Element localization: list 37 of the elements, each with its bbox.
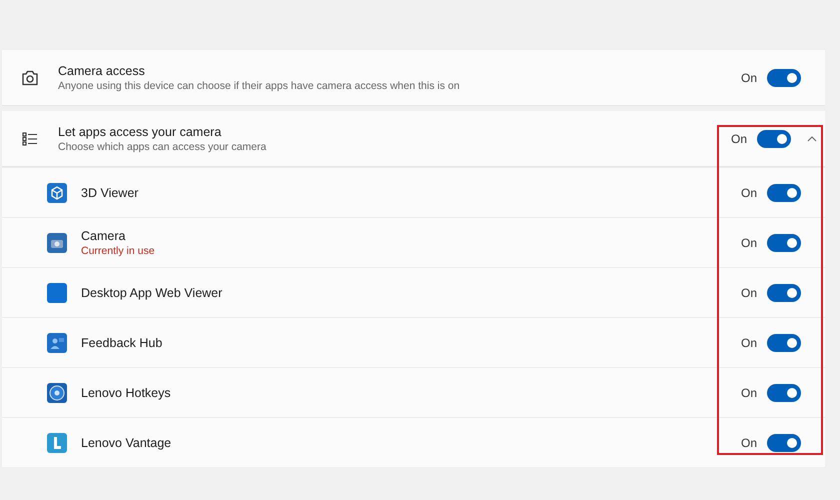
toggle-switch[interactable] — [767, 184, 801, 202]
toggle-switch[interactable] — [757, 130, 791, 148]
camera-icon — [21, 70, 39, 86]
app-name: Lenovo Hotkeys — [81, 386, 172, 400]
person-icon — [47, 332, 67, 352]
setting-title: Let apps access your camera — [58, 124, 222, 138]
app-access-card[interactable]: Let apps access your camera Choose which apps can access your camera On — [2, 111, 825, 167]
app-name: Feedback Hub — [81, 336, 164, 350]
toggle-label: On — [740, 70, 757, 84]
toggle-label: On — [740, 236, 757, 250]
app-status: Currently in use — [81, 244, 156, 256]
list-icon — [22, 132, 38, 146]
camera-icon — [47, 232, 67, 252]
toggle-label: On — [740, 436, 757, 450]
app-icon — [47, 282, 67, 302]
circle-icon — [47, 382, 67, 402]
toggle-switch[interactable] — [767, 234, 801, 252]
toggle-switch[interactable] — [767, 434, 801, 452]
chevron-up-icon[interactable] — [807, 134, 817, 144]
setting-description: Anyone using this device can choose if their apps have camera access when this is on — [58, 80, 461, 92]
toggle-switch[interactable] — [767, 284, 801, 302]
app-name: Desktop App Web Viewer — [81, 286, 224, 300]
toggle-switch[interactable] — [767, 68, 801, 86]
toggle-label: On — [740, 286, 757, 300]
letter-l-icon — [47, 432, 67, 452]
app-name: 3D Viewer — [81, 186, 140, 200]
app-name: Lenovo Vantage — [81, 436, 172, 450]
toggle-label: On — [730, 132, 747, 146]
setting-title: Camera access — [58, 64, 146, 78]
setting-description: Choose which apps can access your camera — [58, 140, 268, 152]
toggle-label: On — [740, 336, 757, 350]
toggle-switch[interactable] — [767, 334, 801, 352]
toggle-switch[interactable] — [767, 384, 801, 402]
app-name: Camera — [81, 228, 126, 242]
toggle-label: On — [740, 386, 757, 400]
cube-icon — [47, 182, 67, 202]
toggle-label: On — [740, 186, 757, 200]
